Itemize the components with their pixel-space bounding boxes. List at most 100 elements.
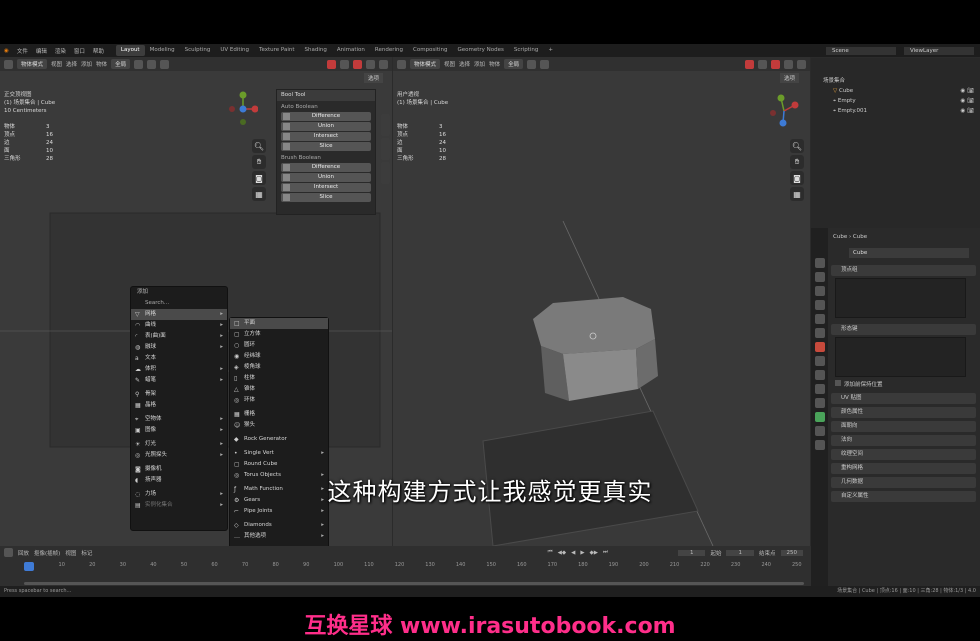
menu-window[interactable]: 窗口	[70, 47, 89, 55]
workspace-tab-sculpting[interactable]: Sculpting	[180, 45, 216, 56]
mesh-item-cylinder[interactable]: ▯ 柱体	[230, 373, 328, 384]
menu-add[interactable]: 添加	[474, 60, 485, 68]
transform-orientation-selector[interactable]: 全局	[504, 59, 524, 69]
sidebar-tab[interactable]	[381, 138, 390, 160]
brush-union-button[interactable]: Union	[281, 173, 371, 182]
mesh-item-uv-sphere[interactable]: ◉ 经纬球	[230, 351, 328, 362]
next-keyframe-icon[interactable]: ◆▶	[590, 550, 598, 556]
object-mode-selector[interactable]: 物体模式	[17, 59, 48, 69]
add-menu-search[interactable]: Search...	[131, 298, 227, 309]
overlay-toggle-icon[interactable]	[340, 59, 349, 69]
workspace-tab-layout[interactable]: Layout	[115, 45, 145, 56]
gizmo-toggle-icon[interactable]	[327, 59, 336, 69]
auto-difference-button[interactable]: Difference	[281, 112, 371, 121]
menu-add[interactable]: 添加	[81, 60, 92, 68]
menu-object[interactable]: 物体	[96, 60, 107, 68]
xray-toggle-icon[interactable]	[353, 59, 362, 69]
marker-menu[interactable]: 标记	[81, 549, 92, 557]
options-dropdown[interactable]: 选项	[780, 73, 800, 83]
jump-start-icon[interactable]: ⏮	[548, 549, 553, 556]
outliner-item-empty-001[interactable]: ⌖ Empty.001 ◉ 📷︎	[811, 106, 980, 116]
xray-toggle-icon[interactable]	[771, 59, 780, 69]
mesh-item-cone[interactable]: △ 锥体	[230, 384, 328, 395]
editor-type-icon[interactable]	[4, 548, 13, 557]
navigation-gizmo[interactable]	[228, 91, 258, 127]
outliner-item-empty[interactable]: ⌖ Empty ◉ 📷︎	[811, 96, 980, 106]
gizmo-toggle-icon[interactable]	[745, 59, 754, 69]
section-shape-keys[interactable]: 形态键	[831, 324, 976, 335]
end-frame-field[interactable]: 250	[780, 549, 803, 556]
keying-menu[interactable]: 抠像(插帧)	[34, 549, 60, 557]
menu-object[interactable]: 物体	[489, 60, 500, 68]
frame-ruler[interactable]: 0102030405060708090100110120130140150160…	[0, 561, 811, 571]
section-face-maps[interactable]: 面朝向	[831, 421, 976, 432]
mesh-item-other[interactable]: … 其他选项 ▸	[230, 531, 328, 542]
workspace-tab-shading[interactable]: Shading	[300, 45, 332, 56]
navigation-gizmo[interactable]	[769, 93, 799, 129]
camera-icon[interactable]: ◙	[790, 171, 804, 185]
menu-select[interactable]: 选择	[459, 60, 470, 68]
shading-solid-icon[interactable]	[784, 59, 793, 69]
tool-tab-icon[interactable]	[814, 258, 825, 268]
workspace-tab-compositing[interactable]: Compositing	[408, 45, 452, 56]
mesh-item-single-vert[interactable]: • Single Vert ▸	[230, 448, 328, 459]
mesh-item-ico-sphere[interactable]: ◈ 棱角球	[230, 362, 328, 373]
section-color-attributes[interactable]: 颜色属性	[831, 407, 976, 418]
add-menu-item-grease-pencil[interactable]: ✎ 蜡笔 ▸	[131, 375, 227, 386]
add-menu-item-mesh[interactable]: ▽ 网格 ▸	[131, 309, 227, 320]
outliner-item-cube[interactable]: ▽ Cube ◉ 📷︎	[811, 86, 980, 96]
workspace-tab-texture-paint[interactable]: Texture Paint	[254, 45, 300, 56]
world-tab-icon[interactable]	[814, 328, 825, 338]
blender-logo-icon[interactable]: ◉	[0, 48, 13, 54]
constraints-tab-icon[interactable]	[814, 398, 825, 408]
view-menu[interactable]: 视图	[65, 549, 76, 557]
current-frame-field[interactable]: 1	[677, 549, 706, 556]
pan-hand-icon[interactable]: ✋︎	[790, 155, 804, 169]
add-menu-item-lattice[interactable]: ▦ 晶格	[131, 400, 227, 411]
shape-keys-list[interactable]	[835, 337, 966, 377]
outliner-scene-collection[interactable]: 场景集合	[811, 76, 980, 86]
auto-intersect-button[interactable]: Intersect	[281, 132, 371, 141]
physics-tab-icon[interactable]	[814, 384, 825, 394]
menu-select[interactable]: 选择	[66, 60, 77, 68]
add-menu-item-image[interactable]: ▣ 图像 ▸	[131, 425, 227, 436]
camera-icon[interactable]: ◙	[252, 171, 266, 185]
overlay-toggle-icon[interactable]	[758, 59, 767, 69]
prev-keyframe-icon[interactable]: ◀◆	[558, 550, 566, 556]
add-menu-item-armature[interactable]: ⚲ 骨架	[131, 389, 227, 400]
modifier-tab-icon[interactable]	[814, 356, 825, 366]
options-dropdown[interactable]: 选项	[364, 73, 384, 83]
brush-difference-button[interactable]: Difference	[281, 163, 371, 172]
play-reverse-icon[interactable]: ◀	[571, 550, 575, 556]
sidebar-tab[interactable]	[381, 162, 390, 184]
workspace-tab-geometry-nodes[interactable]: Geometry Nodes	[452, 45, 508, 56]
view-layer-tab-icon[interactable]	[814, 300, 825, 310]
editor-type-icon[interactable]	[397, 59, 406, 69]
workspace-tab-animation[interactable]: Animation	[332, 45, 370, 56]
mesh-item-monkey[interactable]: ☺ 猴头	[230, 420, 328, 431]
playback-menu[interactable]: 回放	[18, 549, 29, 557]
mesh-item-cube[interactable]: ▢ 立方体	[230, 329, 328, 340]
pivot-icon[interactable]	[527, 59, 537, 69]
pan-hand-icon[interactable]: ✋︎	[252, 155, 266, 169]
brush-intersect-button[interactable]: Intersect	[281, 183, 371, 192]
play-icon[interactable]: ▶	[580, 550, 584, 556]
section-vertex-groups[interactable]: 顶点组	[831, 265, 976, 276]
texture-tab-icon[interactable]	[814, 440, 825, 450]
menu-view[interactable]: 视图	[444, 60, 455, 68]
mesh-item-plane[interactable]: □ 平面	[230, 318, 328, 329]
menu-help[interactable]: 帮助	[89, 47, 108, 55]
material-tab-icon[interactable]	[814, 426, 825, 436]
add-menu-item-empty[interactable]: ⌖ 空物体 ▸	[131, 414, 227, 425]
output-tab-icon[interactable]	[814, 286, 825, 296]
section-texture-space[interactable]: 纹理空间	[831, 449, 976, 460]
shading-material-icon[interactable]	[797, 59, 806, 69]
bool-tool-title[interactable]: Bool Tool	[277, 90, 375, 101]
mesh-item-round-cube[interactable]: ▢ Round Cube	[230, 459, 328, 470]
editor-type-icon[interactable]	[4, 59, 13, 69]
mesh-data-name-field[interactable]: Cube	[849, 248, 969, 258]
menu-file[interactable]: 文件	[13, 47, 32, 55]
view-layer-selector[interactable]: ViewLayer	[904, 46, 974, 55]
shading-wireframe-icon[interactable]	[366, 59, 375, 69]
timeline-scrollbar[interactable]	[24, 582, 804, 585]
